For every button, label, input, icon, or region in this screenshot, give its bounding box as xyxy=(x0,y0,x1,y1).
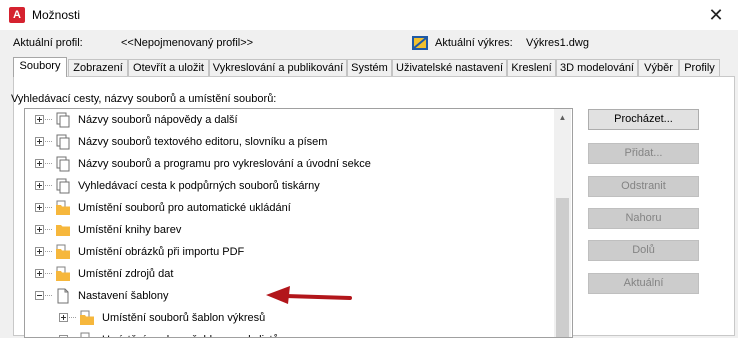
annotation-arrow-icon xyxy=(266,286,352,304)
set-current-button[interactable]: Aktuální xyxy=(588,273,699,294)
folder-icon xyxy=(56,200,70,215)
tab-profily[interactable]: Profily xyxy=(679,59,720,76)
tree-item[interactable]: Názvy souborů a programu pro vykreslován… xyxy=(25,153,555,175)
tree-item-label: Vyhledávací cesta k podpůrných souborů t… xyxy=(78,180,320,192)
pages-icon xyxy=(56,134,70,150)
scroll-thumb[interactable] xyxy=(556,198,569,337)
window-title: Možnosti xyxy=(32,8,81,22)
tree-item[interactable]: Umístění zdrojů dat xyxy=(25,263,555,285)
tree-item-label: Umístění zdrojů dat xyxy=(78,268,174,280)
drawing-file-icon xyxy=(412,36,428,50)
browse-button[interactable]: Procházet... xyxy=(588,109,699,130)
remove-button[interactable]: Odstranit xyxy=(588,176,699,197)
expand-plus-icon[interactable] xyxy=(35,159,44,168)
tab-zobrazeni[interactable]: Zobrazení xyxy=(68,59,128,76)
add-button[interactable]: Přidat... xyxy=(588,143,699,164)
tab-vyber[interactable]: Výběr xyxy=(638,59,679,76)
expand-plus-icon[interactable] xyxy=(35,269,44,278)
tree-item[interactable]: Umístění souboru šablony sady listů xyxy=(25,329,555,337)
pages-icon xyxy=(56,112,70,128)
expand-plus-icon[interactable] xyxy=(59,313,68,322)
expand-plus-icon[interactable] xyxy=(35,225,44,234)
search-paths-heading: Vyhledávací cesty, názvy souborů a umíst… xyxy=(11,93,277,105)
tab-system[interactable]: Systém xyxy=(347,59,392,76)
tree-item-label: Umístění souborů šablon výkresů xyxy=(102,312,266,324)
tree-item-label: Umístění knihy barev xyxy=(78,224,182,236)
expand-plus-icon[interactable] xyxy=(35,181,44,190)
current-drawing-label: Aktuální výkres: xyxy=(435,37,513,49)
current-profile-label: Aktuální profil: xyxy=(13,37,83,49)
tree-vertical-scrollbar[interactable]: ▲ xyxy=(554,109,571,337)
tab-otevrit-a-ulozit[interactable]: Otevřít a uložit xyxy=(128,59,209,76)
tree-item[interactable]: Umístění obrázků při importu PDF xyxy=(25,241,555,263)
autocad-app-icon: A xyxy=(9,7,25,23)
folder-icon xyxy=(56,266,70,281)
expand-plus-icon[interactable] xyxy=(35,203,44,212)
title-bar: A Možnosti ✕ xyxy=(0,0,738,30)
scroll-up-arrow-icon[interactable]: ▲ xyxy=(554,109,571,126)
tree-item[interactable]: Umístění souborů šablon výkresů xyxy=(25,307,555,329)
folder-icon xyxy=(80,332,90,337)
tree-item-label: Názvy souborů a programu pro vykreslován… xyxy=(78,158,371,170)
tree-item[interactable]: Vyhledávací cesta k podpůrných souborů t… xyxy=(25,175,555,197)
tab-soubory[interactable]: Soubory xyxy=(13,57,67,77)
tree-item-label: Názvy souborů textového editoru, slovník… xyxy=(78,136,328,148)
page-icon xyxy=(57,288,69,304)
tab-uzivatelske-nastaveni[interactable]: Uživatelské nastavení xyxy=(392,59,507,76)
tab-3d-modelovani[interactable]: 3D modelování xyxy=(556,59,638,76)
expand-plus-icon[interactable] xyxy=(35,247,44,256)
tree-item-label: Umístění souborů pro automatické ukládán… xyxy=(78,202,291,214)
folder-icon xyxy=(56,225,70,236)
pages-icon xyxy=(56,178,70,194)
expand-plus-icon[interactable] xyxy=(35,137,44,146)
tree-item-label: Umístění souboru šablony sady listů xyxy=(102,329,279,337)
collapse-minus-icon[interactable] xyxy=(35,291,44,300)
tree-item[interactable]: Umístění souborů pro automatické ukládán… xyxy=(25,197,555,219)
profile-row: Aktuální profil: <<Nepojmenovaný profil>… xyxy=(0,37,738,51)
expand-plus-icon[interactable] xyxy=(35,115,44,124)
move-up-button[interactable]: Nahoru xyxy=(588,208,699,229)
move-down-button[interactable]: Dolů xyxy=(588,240,699,261)
tree-item[interactable]: Názvy souborů nápovědy a další xyxy=(25,109,555,131)
folder-icon xyxy=(56,244,70,259)
current-profile-value: <<Nepojmenovaný profil>> xyxy=(121,37,254,49)
tree-item-label: Umístění obrázků při importu PDF xyxy=(78,246,245,258)
close-button[interactable]: ✕ xyxy=(702,4,730,26)
tree-item-label: Nastavení šablony xyxy=(78,290,169,302)
tree-item[interactable]: Názvy souborů textového editoru, slovník… xyxy=(25,131,555,153)
tree-item-label: Názvy souborů nápovědy a další xyxy=(78,114,238,126)
tab-kresleni[interactable]: Kreslení xyxy=(507,59,556,76)
tree-item[interactable]: Umístění knihy barev xyxy=(25,219,555,241)
folder-icon xyxy=(80,310,94,325)
current-drawing-value: Výkres1.dwg xyxy=(526,37,589,49)
tab-vykreslovani-a-publikovani[interactable]: Vykreslování a publikování xyxy=(209,59,347,76)
pages-icon xyxy=(56,156,70,172)
